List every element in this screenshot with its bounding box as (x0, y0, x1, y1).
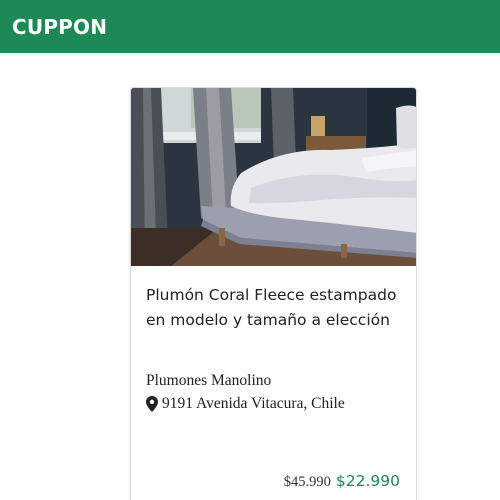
top-navbar: CUPPON (0, 0, 500, 53)
brand-logo[interactable]: CUPPON (12, 15, 107, 39)
address-text: 9191 Avenida Vitacura, Chile (162, 395, 345, 412)
original-price: $45.990 (283, 474, 331, 490)
deal-address: 9191 Avenida Vitacura, Chile (146, 395, 345, 413)
map-pin-icon (146, 396, 158, 412)
deal-card[interactable]: Plumón Coral Fleece estampado en modelo … (130, 87, 417, 500)
deal-image[interactable] (131, 88, 417, 266)
price-block: $45.990 $22.990 (284, 472, 400, 491)
sale-price: $22.990 (335, 472, 400, 490)
merchant-name: Plumones Manolino (146, 372, 272, 389)
deal-title[interactable]: Plumón Coral Fleece estampado en modelo … (146, 283, 408, 333)
